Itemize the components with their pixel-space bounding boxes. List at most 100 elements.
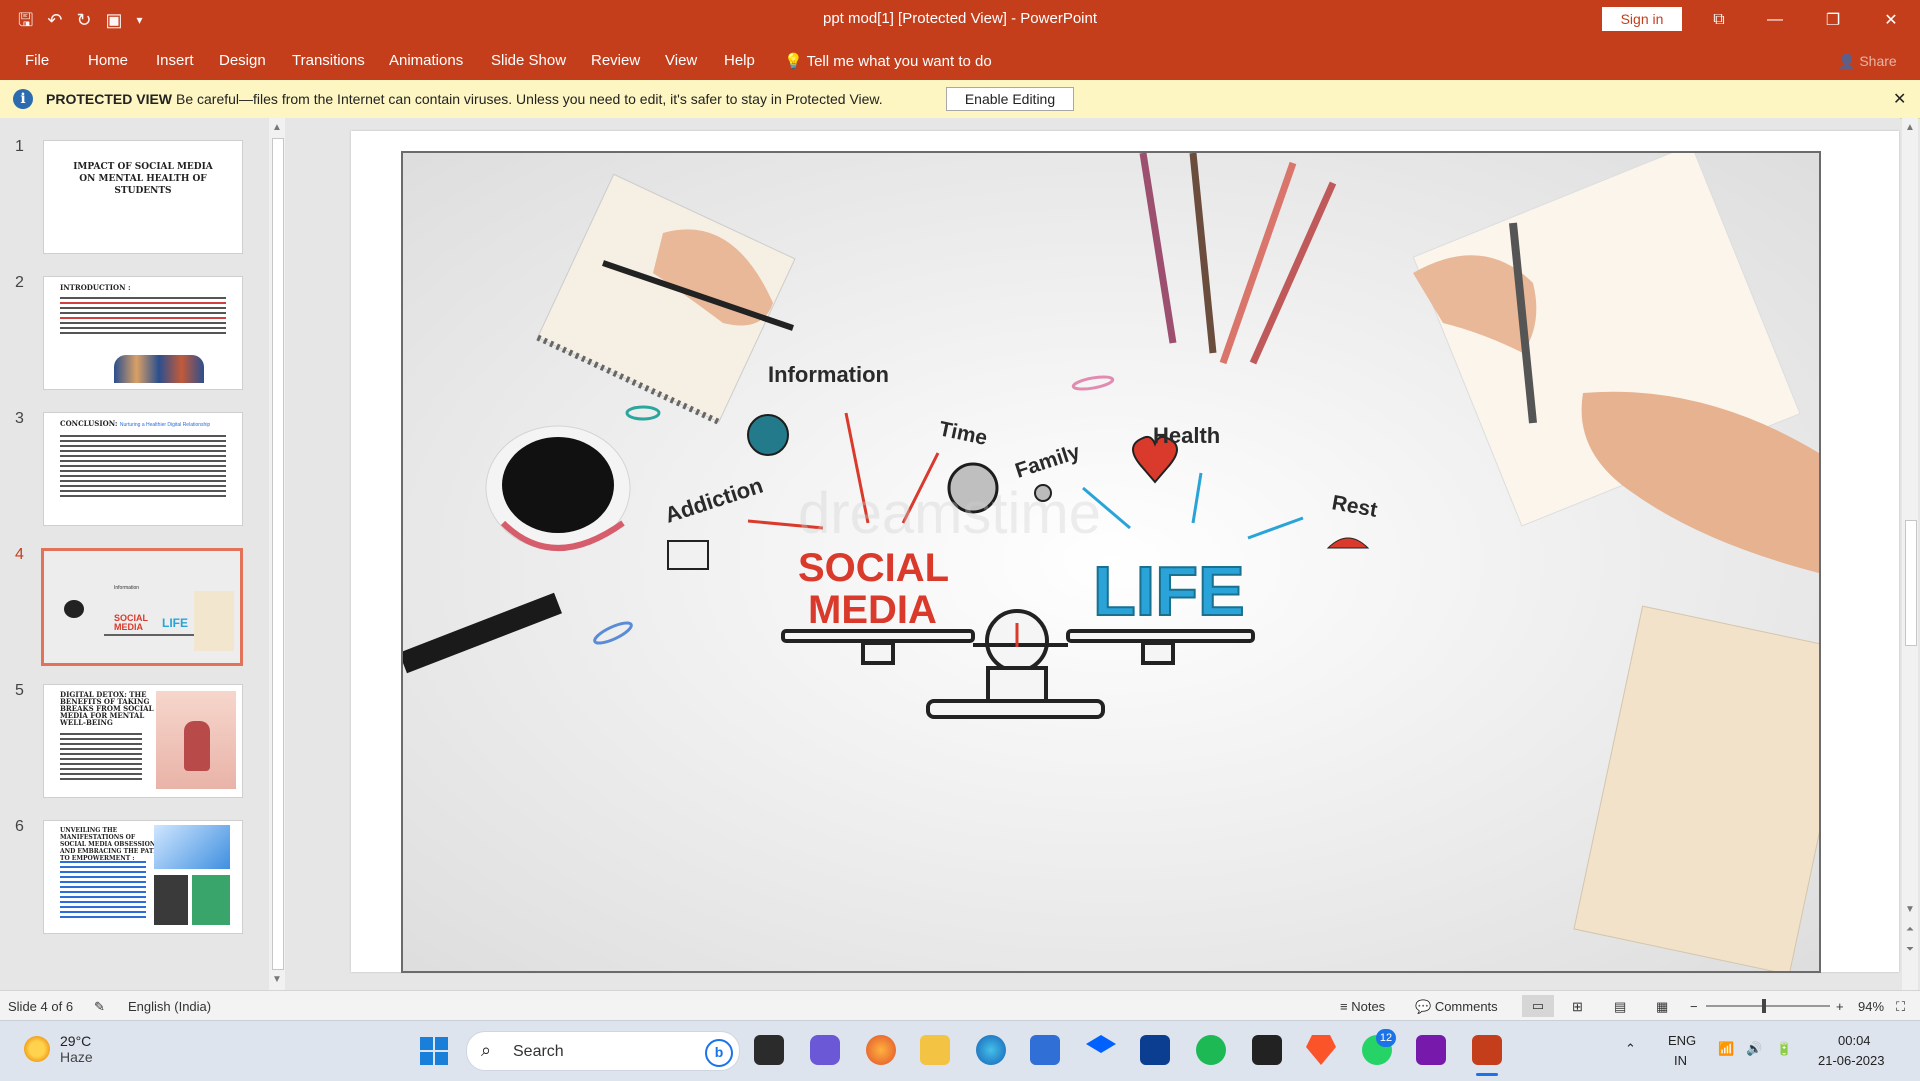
- comments-button[interactable]: 💬 Comments: [1415, 999, 1498, 1015]
- zoom-in-icon[interactable]: +: [1836, 999, 1844, 1014]
- scroll-up-icon[interactable]: ▲: [1902, 122, 1918, 133]
- sticky-notes-icon[interactable]: [1252, 1035, 1282, 1065]
- file-explorer-icon[interactable]: [920, 1035, 950, 1065]
- slide-thumbnail-4[interactable]: SOCIAL MEDIA LIFE Information: [41, 548, 243, 666]
- thumb-preview-image: SOCIAL MEDIA LIFE Information: [44, 551, 240, 663]
- thumb-title: IMPACT OF SOCIAL MEDIA ON MENTAL HEALTH …: [73, 162, 213, 196]
- zoom-out-icon[interactable]: −: [1690, 999, 1698, 1014]
- notes-button[interactable]: ≡ Notes: [1340, 999, 1385, 1014]
- previous-slide-icon[interactable]: ⏶: [1902, 924, 1918, 935]
- wifi-icon[interactable]: 📶: [1718, 1041, 1734, 1057]
- people-illustration: [114, 355, 204, 383]
- title-bar: 🖫 ↶ ↻ ▣ ▾ ppt mod[1] [Protected View] - …: [0, 0, 1920, 40]
- slide-number: 3: [15, 410, 24, 427]
- firefox-icon[interactable]: [866, 1035, 896, 1065]
- fit-slide-icon[interactable]: ⛶: [1896, 999, 1905, 1015]
- next-slide-icon[interactable]: ⏷: [1902, 944, 1918, 955]
- minimize-icon[interactable]: —: [1752, 4, 1798, 36]
- tab-review[interactable]: Review: [591, 52, 640, 69]
- weather-widget[interactable]: 29°C Haze: [24, 1033, 93, 1065]
- reading-view-icon[interactable]: ▤: [1614, 999, 1626, 1015]
- brave-icon[interactable]: [1306, 1035, 1336, 1065]
- microsoft-store-icon[interactable]: [1030, 1035, 1060, 1065]
- slide-thumbnail-pane: 1 IMPACT OF SOCIAL MEDIA ON MENTAL HEALT…: [0, 118, 288, 990]
- normal-view-icon[interactable]: ▭: [1522, 995, 1554, 1017]
- slide-image[interactable]: Information Time Family Health Addiction…: [401, 151, 1821, 973]
- scroll-down-icon[interactable]: ▼: [269, 974, 285, 985]
- tab-slide-show[interactable]: Slide Show: [491, 52, 566, 69]
- taskbar-search[interactable]: ⌕ Search b: [466, 1031, 740, 1071]
- globe-icon: [747, 414, 789, 456]
- slide-thumbnail-3[interactable]: CONCLUSION: Nurturing a Healthier Digita…: [43, 412, 243, 526]
- slide-number: 2: [15, 274, 24, 291]
- battery-icon[interactable]: 🔋: [1776, 1041, 1792, 1057]
- social-media-life-illustration: Information Time Family Health Addiction…: [403, 153, 1819, 971]
- notes-label: Notes: [1351, 999, 1386, 1014]
- tab-animations[interactable]: Animations: [389, 52, 463, 69]
- scroll-thumb[interactable]: [272, 138, 284, 970]
- slide-scroll-thumb[interactable]: [1905, 520, 1917, 646]
- language-indicator-top[interactable]: ENG: [1668, 1033, 1696, 1048]
- language-indicator-bottom[interactable]: IN: [1674, 1053, 1687, 1068]
- weather-condition: Haze: [60, 1049, 93, 1065]
- slide-number: 1: [15, 138, 24, 155]
- tab-view[interactable]: View: [665, 52, 697, 69]
- volume-icon[interactable]: 🔊: [1746, 1041, 1762, 1057]
- clock-time[interactable]: 00:04: [1838, 1033, 1871, 1048]
- thumb-heading: UNVEILING THE MANIFESTATIONS OF SOCIAL M…: [60, 827, 159, 862]
- watermark-text: dreamstime: [798, 481, 1101, 546]
- edge-icon[interactable]: [976, 1035, 1006, 1065]
- zoom-level[interactable]: 94%: [1858, 999, 1884, 1014]
- thumb-text-lines: [60, 861, 146, 921]
- share-button[interactable]: 👤 Share: [1838, 53, 1897, 70]
- slide-thumbnail-2[interactable]: INTRODUCTION :: [43, 276, 243, 390]
- sign-in-button[interactable]: Sign in: [1602, 7, 1682, 31]
- thumb-text-lines: [60, 435, 226, 500]
- tell-me-search[interactable]: 💡 Tell me what you want to do: [784, 52, 992, 70]
- slide-sorter-icon[interactable]: ⊞: [1572, 999, 1583, 1015]
- bing-icon[interactable]: b: [705, 1039, 733, 1067]
- person-icon: 👤: [1838, 53, 1856, 69]
- scroll-down-icon[interactable]: ▼: [1902, 904, 1918, 915]
- ribbon-display-icon[interactable]: ⧉: [1696, 4, 1742, 36]
- close-icon[interactable]: ✕: [1868, 4, 1914, 36]
- slide-thumbnail-5[interactable]: DIGITAL DETOX: THE BENEFITS OF TAKING BR…: [43, 684, 243, 798]
- tab-file[interactable]: File: [25, 52, 49, 69]
- security-app-icon[interactable]: [1140, 1035, 1170, 1065]
- svg-text:MEDIA: MEDIA: [114, 622, 144, 632]
- protected-view-message: Be careful—files from the Internet can c…: [176, 91, 883, 107]
- enable-editing-button[interactable]: Enable Editing: [946, 87, 1074, 111]
- show-hidden-icons-icon[interactable]: ⌃: [1625, 1041, 1636, 1057]
- spelling-icon[interactable]: ✎: [94, 999, 105, 1015]
- tab-transitions[interactable]: Transitions: [292, 52, 365, 69]
- slide-thumbnail-1[interactable]: IMPACT OF SOCIAL MEDIA ON MENTAL HEALTH …: [43, 140, 243, 254]
- clock-date[interactable]: 21-06-2023: [1818, 1053, 1885, 1068]
- close-icon[interactable]: ✕: [1893, 89, 1906, 109]
- notes-icon: ≡: [1340, 999, 1348, 1014]
- protected-view-bar: i PROTECTED VIEW Be careful—files from t…: [0, 80, 1920, 119]
- haze-weather-icon: [24, 1036, 50, 1062]
- zoom-slider-thumb[interactable]: [1762, 999, 1767, 1013]
- start-windows-icon[interactable]: [420, 1037, 448, 1065]
- slide-thumbnail-6[interactable]: UNVEILING THE MANIFESTATIONS OF SOCIAL M…: [43, 820, 243, 934]
- status-bar: Slide 4 of 6 ✎ English (India) ≡ Notes 💬…: [0, 990, 1920, 1021]
- teams-chat-icon[interactable]: [810, 1035, 840, 1065]
- slideshow-view-icon[interactable]: ▦: [1656, 999, 1668, 1015]
- tab-insert[interactable]: Insert: [156, 52, 194, 69]
- onenote-icon[interactable]: [1416, 1035, 1446, 1065]
- dropbox-icon[interactable]: [1086, 1035, 1116, 1053]
- tab-home[interactable]: Home: [88, 52, 128, 69]
- language-status[interactable]: English (India): [128, 999, 211, 1014]
- maximize-icon[interactable]: ❐: [1810, 4, 1856, 36]
- task-view-icon[interactable]: [754, 1035, 784, 1065]
- spotify-icon[interactable]: [1196, 1035, 1226, 1065]
- zoom-slider[interactable]: [1706, 999, 1830, 1013]
- thumb-heading-text: CONCLUSION:: [60, 419, 118, 428]
- weather-temp: 29°C: [60, 1033, 92, 1049]
- svg-text:LIFE: LIFE: [162, 616, 188, 630]
- powerpoint-icon[interactable]: [1472, 1035, 1502, 1065]
- tab-design[interactable]: Design: [219, 52, 266, 69]
- scroll-up-icon[interactable]: ▲: [269, 122, 285, 133]
- tab-help[interactable]: Help: [724, 52, 755, 69]
- thumb-text-lines: [60, 733, 142, 783]
